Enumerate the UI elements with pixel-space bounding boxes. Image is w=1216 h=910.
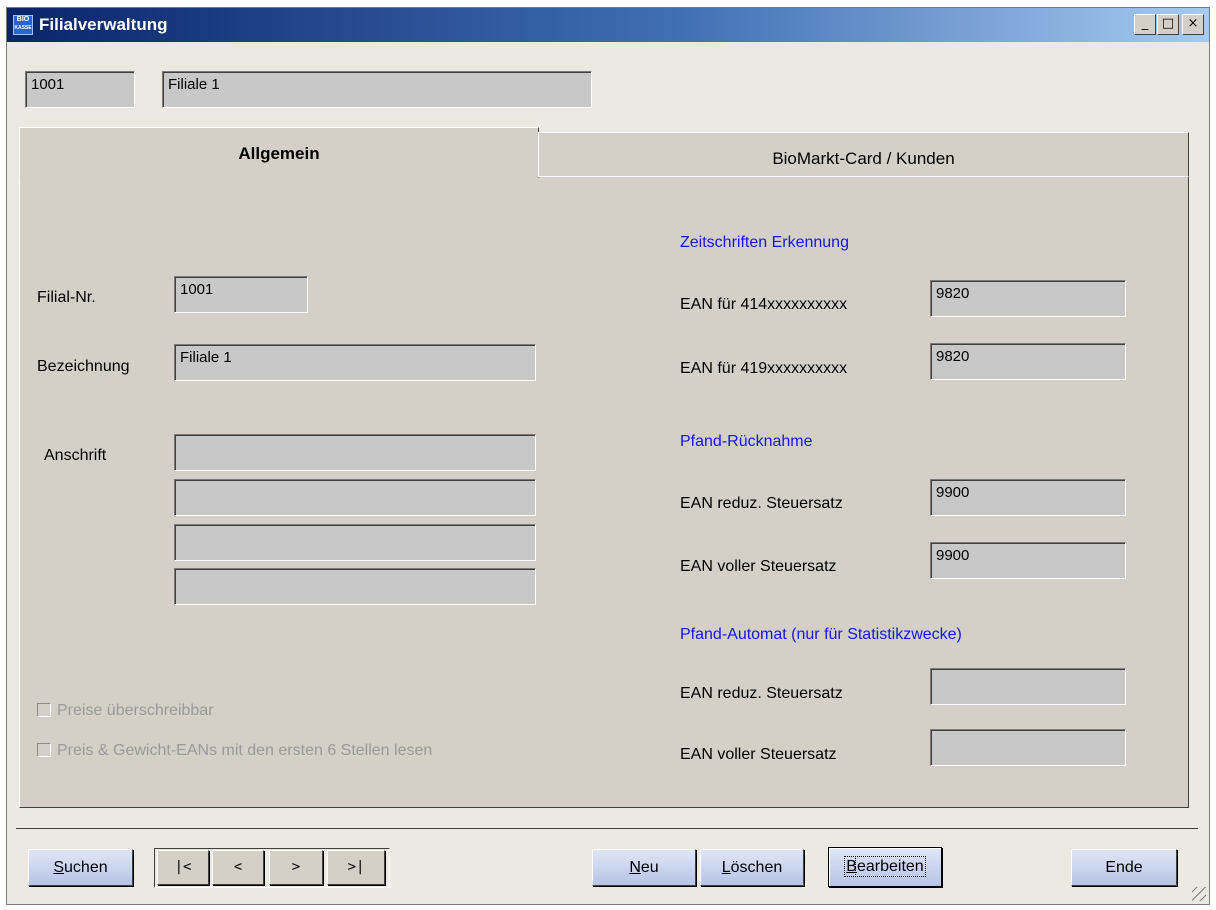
ean414-label: EAN für 414xxxxxxxxxx — [680, 296, 848, 313]
tab-panel: Filial-Nr. 1001 Bezeichnung Filiale 1 An… — [19, 176, 1189, 808]
bezeichnung-field[interactable]: Filiale 1 — [174, 344, 536, 381]
next-record-button[interactable]: > — [269, 850, 323, 885]
automat-reduz-field[interactable] — [930, 668, 1126, 705]
app-logo-icon: BIO KASSE — [13, 15, 33, 35]
ean-checkbox-label: Preis & Gewicht-EANs mit den ersten 6 St… — [57, 742, 433, 759]
tab-allgemein[interactable]: Allgemein — [19, 127, 539, 178]
preise-checkbox[interactable] — [37, 703, 51, 717]
pfand-ruecknahme-heading: Pfand-Rücknahme — [680, 433, 813, 450]
header-name-field[interactable]: Filiale 1 — [162, 71, 592, 108]
automat-voll-field[interactable] — [930, 729, 1126, 766]
tab-biomarkt-card[interactable]: BioMarkt-Card / Kunden — [538, 132, 1189, 177]
minimize-button[interactable]: _ — [1134, 14, 1156, 35]
maximize-button[interactable]: □ — [1157, 14, 1179, 35]
ean414-field[interactable]: 9820 — [930, 280, 1126, 317]
anschrift-line-4[interactable] — [174, 568, 536, 605]
first-record-button[interactable]: |< — [157, 850, 209, 885]
preise-checkbox-label: Preise überschreibbar — [57, 702, 214, 719]
anschrift-line-1[interactable] — [174, 434, 536, 471]
ean419-field[interactable]: 9820 — [930, 343, 1126, 380]
last-record-button[interactable]: >| — [327, 850, 385, 885]
filial-nr-label: Filial-Nr. — [37, 289, 96, 306]
ean419-label: EAN für 419xxxxxxxxxx — [680, 360, 848, 377]
pfand-automat-heading: Pfand-Automat (nur für Statistikzwecke) — [680, 626, 962, 643]
anschrift-label: Anschrift — [44, 447, 107, 464]
anschrift-line-2[interactable] — [174, 479, 536, 516]
zeitschriften-heading: Zeitschriften Erkennung — [680, 234, 849, 251]
ruecknahme-reduz-field[interactable]: 9900 — [930, 479, 1126, 516]
ruecknahme-reduz-label: EAN reduz. Steuersatz — [680, 495, 843, 512]
ende-button[interactable]: Ende — [1071, 849, 1177, 886]
suchen-button[interactable]: Suchen — [28, 849, 133, 886]
ean-checkbox[interactable] — [37, 743, 51, 757]
prev-record-button[interactable]: < — [212, 850, 264, 885]
loeschen-button[interactable]: Löschen — [700, 849, 804, 886]
title-bar[interactable]: BIO KASSE Filialverwaltung _ □ × — [7, 8, 1209, 42]
automat-reduz-label: EAN reduz. Steuersatz — [680, 685, 843, 702]
preise-checkbox-row: Preise überschreibbar — [37, 702, 214, 720]
ruecknahme-voll-label: EAN voller Steuersatz — [680, 558, 837, 575]
automat-voll-label: EAN voller Steuersatz — [680, 746, 837, 763]
resize-grip-icon[interactable] — [1192, 887, 1206, 901]
filial-nr-field[interactable]: 1001 — [174, 276, 308, 313]
close-button[interactable]: × — [1182, 14, 1204, 35]
ean-checkbox-row: Preis & Gewicht-EANs mit den ersten 6 St… — [37, 742, 432, 760]
ruecknahme-voll-field[interactable]: 9900 — [930, 542, 1126, 579]
window-title: Filialverwaltung — [39, 15, 168, 34]
anschrift-line-3[interactable] — [174, 524, 536, 561]
main-window: BIO KASSE Filialverwaltung _ □ × 1001 Fil… — [6, 7, 1210, 905]
neu-button[interactable]: Neu — [592, 849, 696, 886]
footer-separator — [16, 828, 1198, 829]
bearbeiten-button[interactable]: Bearbeiten — [828, 847, 942, 887]
bezeichnung-label: Bezeichnung — [37, 358, 130, 375]
header-number-field[interactable]: 1001 — [25, 71, 135, 108]
